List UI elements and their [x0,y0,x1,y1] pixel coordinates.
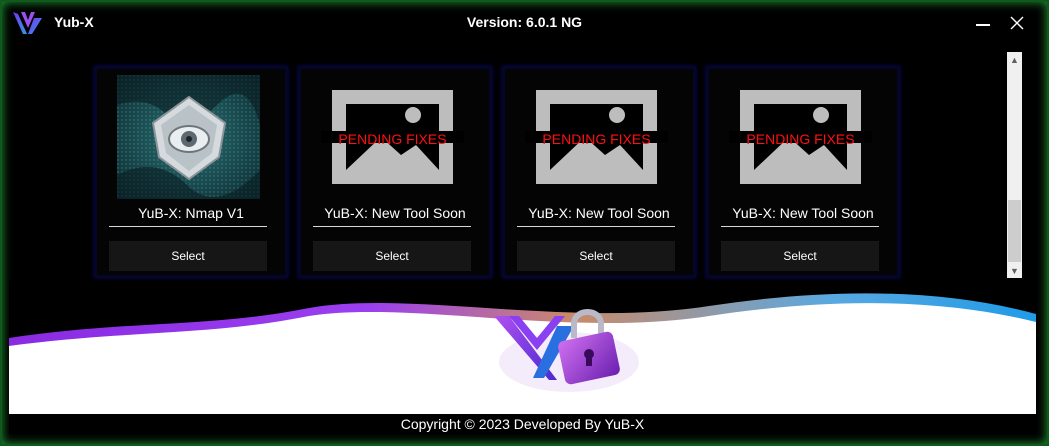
app-window: Yub-X Version: 6.0.1 NG YuB-X: Nmap V1 S… [0,0,1049,446]
divider [517,226,675,227]
scroll-down-icon[interactable]: ▼ [1007,263,1022,278]
tool-card: PENDING FIXES YuB-X: New Tool Soon Selec… [706,66,900,278]
scroll-up-icon[interactable]: ▲ [1007,52,1022,67]
placeholder-image: PENDING FIXES [729,75,872,199]
version-label: Version: 6.0.1 NG [466,14,583,30]
tool-title: YuB-X: Nmap V1 [138,205,244,221]
select-button[interactable]: Select [313,241,471,271]
minimize-button[interactable] [970,10,996,36]
divider [313,226,471,227]
tool-card: PENDING FIXES YuB-X: New Tool Soon Selec… [502,66,696,278]
select-button[interactable]: Select [109,241,267,271]
vertical-scrollbar[interactable]: ▲ ▼ [1007,52,1022,278]
wave-banner [9,280,1036,414]
tool-title: YuB-X: New Tool Soon [528,205,670,221]
tool-card: PENDING FIXES YuB-X: New Tool Soon Selec… [298,66,492,278]
tools-panel: YuB-X: Nmap V1 Select PENDING FIXES YuB-… [9,46,1007,278]
footer-copyright: Copyright © 2023 Developed By YuB-X [9,414,1036,434]
status-label: PENDING FIXES [542,131,651,147]
nmap-eye-image [117,75,260,199]
select-button[interactable]: Select [517,241,675,271]
divider [721,226,879,227]
scroll-thumb[interactable] [1008,200,1021,262]
close-button[interactable] [1004,10,1030,36]
status-label: PENDING FIXES [338,131,447,147]
tool-title: YuB-X: New Tool Soon [324,205,466,221]
placeholder-image: PENDING FIXES [525,75,668,199]
status-label: PENDING FIXES [746,131,855,147]
placeholder-image: PENDING FIXES [321,75,464,199]
select-button[interactable]: Select [721,241,879,271]
divider [109,226,267,227]
tool-title: YuB-X: New Tool Soon [732,205,874,221]
minimize-icon [976,24,990,26]
tool-card: YuB-X: Nmap V1 Select [94,66,288,278]
title-bar[interactable]: Yub-X Version: 6.0.1 NG [0,0,1049,46]
close-icon [1010,16,1024,30]
